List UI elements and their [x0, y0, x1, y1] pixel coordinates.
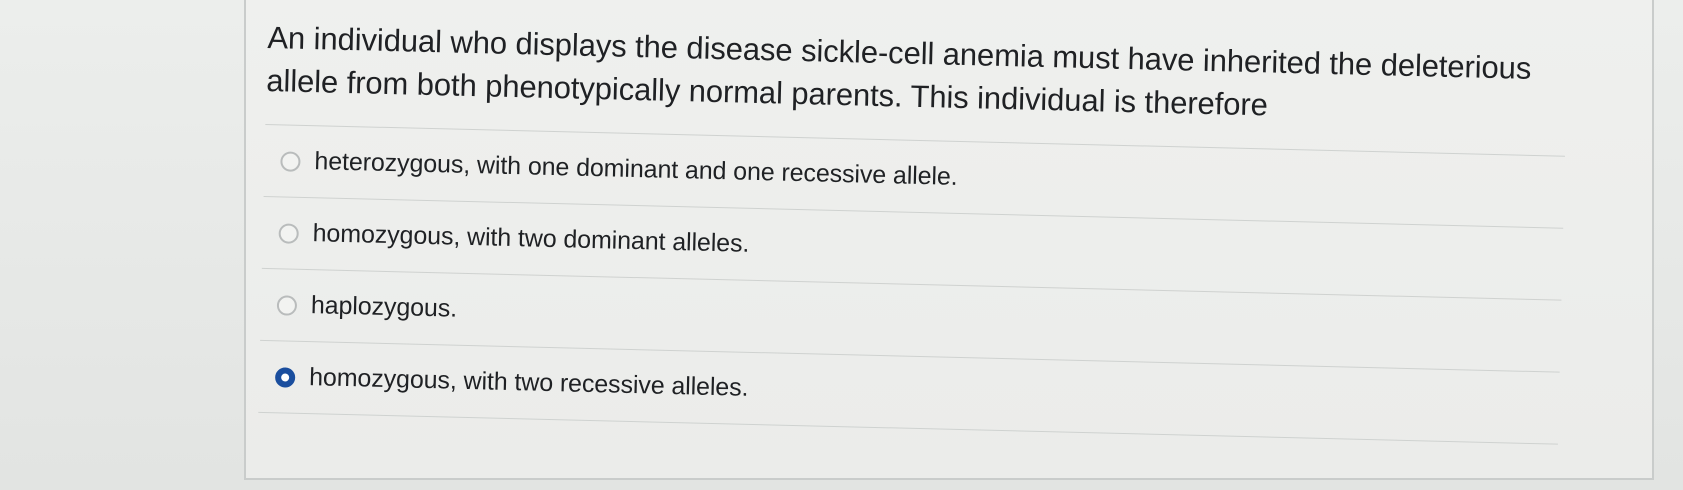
- question-card: An individual who displays the disease s…: [258, 16, 1567, 445]
- radio-button-unselected-icon[interactable]: [280, 150, 301, 172]
- answer-label: haplozygous.: [310, 291, 458, 323]
- answer-label: heterozygous, with one dominant and one …: [314, 147, 958, 191]
- screen: An individual who displays the disease s…: [0, 0, 1683, 490]
- radio-button-unselected-icon[interactable]: [276, 294, 298, 316]
- answer-label: homozygous, with two dominant alleles.: [312, 219, 750, 258]
- radio-button-selected-icon[interactable]: [274, 366, 296, 388]
- answer-list: heterozygous, with one dominant and one …: [258, 123, 1565, 445]
- radio-button-unselected-icon[interactable]: [278, 222, 299, 244]
- answer-label: homozygous, with two recessive alleles.: [308, 363, 749, 402]
